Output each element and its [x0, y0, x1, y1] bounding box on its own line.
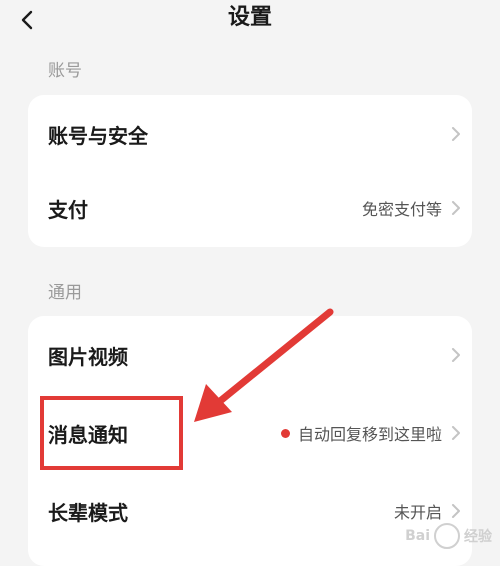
- annotation-arrow-icon: [194, 308, 334, 422]
- watermark: Bai 经验: [405, 523, 492, 549]
- watermark-logo-icon: [434, 523, 460, 549]
- watermark-text: Bai: [405, 528, 430, 544]
- watermark-text-2: 经验: [464, 529, 492, 545]
